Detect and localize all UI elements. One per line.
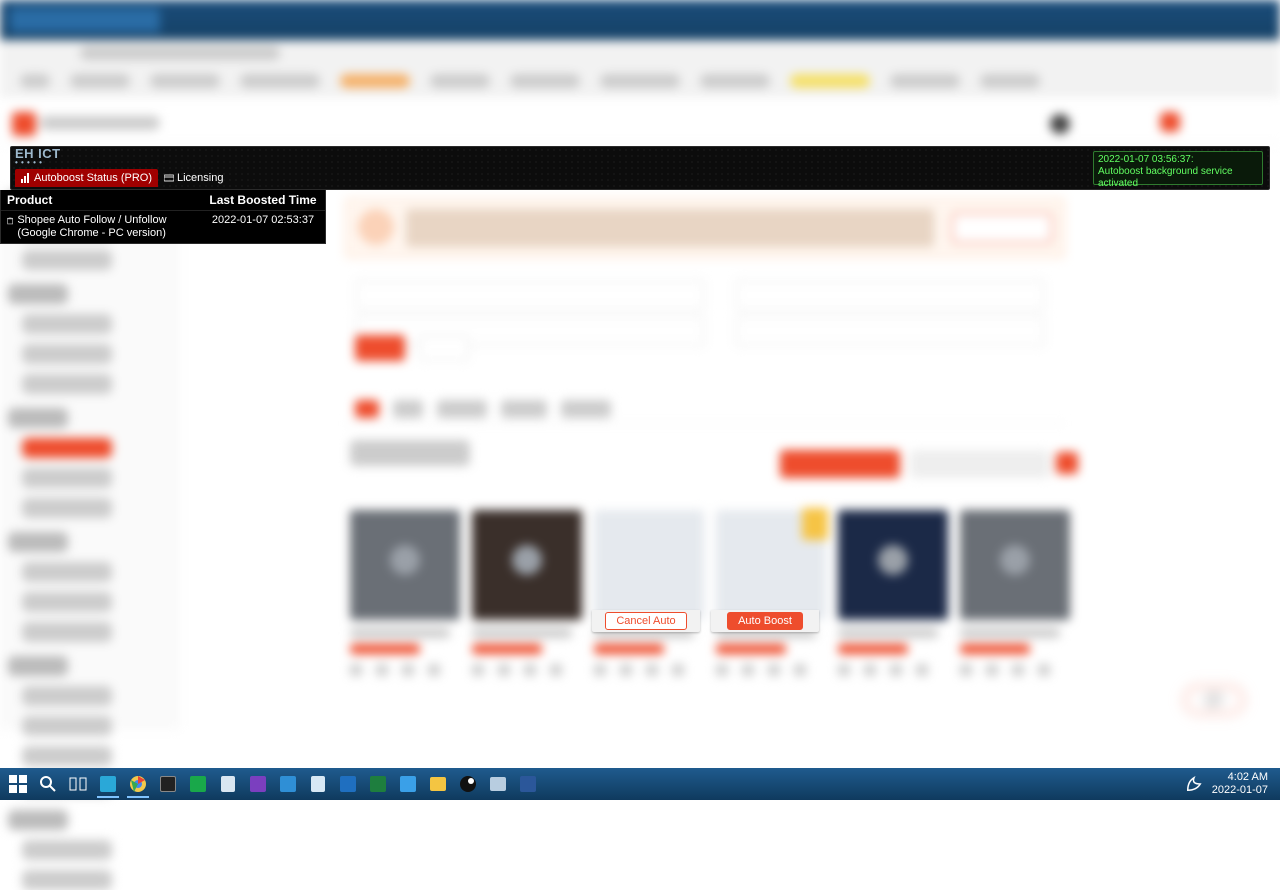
tray-icon[interactable] [1184, 770, 1204, 798]
taskbar-app-green[interactable] [184, 770, 212, 798]
taskbar-app-terminal[interactable] [154, 770, 182, 798]
tab-licensing[interactable]: Licensing [158, 169, 229, 187]
extension-status-box: 2022-01-07 03:56:37: Autoboost backgroun… [1093, 151, 1263, 185]
taskbar-app-word[interactable] [514, 770, 542, 798]
card-icon [164, 173, 174, 183]
extension-logo: EH ICT • • • • • [15, 147, 61, 165]
chart-icon [21, 173, 31, 183]
taskbar-app-remote[interactable] [394, 770, 422, 798]
taskbar-app-notes[interactable] [214, 770, 242, 798]
col-header-time: Last Boosted Time [207, 193, 319, 207]
extension-bar: EH ICT • • • • • Autoboost Status (PRO) … [10, 146, 1270, 190]
start-button[interactable] [4, 770, 32, 798]
taskbar-app-explorer[interactable] [424, 770, 452, 798]
taskbar-app-excel[interactable] [364, 770, 392, 798]
clock-time: 4:02 AM [1212, 771, 1268, 784]
cancel-auto-overlay: Cancel Auto [592, 610, 700, 632]
status-timestamp: 2022-01-07 03:56:37: [1098, 154, 1258, 166]
last-boosted-time: 2022-01-07 02:53:37 [207, 214, 319, 240]
tab-label: Licensing [177, 172, 223, 184]
clock-date: 2022-01-07 [1212, 784, 1268, 797]
product-name: Shopee Auto Follow / Unfollow (Google Ch… [17, 214, 207, 240]
task-view-icon[interactable] [64, 770, 92, 798]
taskbar-app-vs[interactable] [244, 770, 272, 798]
col-header-product: Product [7, 193, 207, 207]
taskbar-app-chrome[interactable] [124, 770, 152, 798]
tab-autoboost-status[interactable]: Autoboost Status (PRO) [15, 169, 158, 187]
taskbar-app-store[interactable] [94, 770, 122, 798]
cancel-auto-button[interactable]: Cancel Auto [605, 612, 686, 630]
table-row: Shopee Auto Follow / Unfollow (Google Ch… [1, 211, 325, 243]
taskbar-app-misc1[interactable] [484, 770, 512, 798]
search-icon[interactable] [34, 770, 62, 798]
windows-taskbar: 4:02 AM 2022-01-07 [0, 768, 1280, 800]
blurred-background: 💬 [0, 0, 1280, 800]
taskbar-app-download[interactable] [274, 770, 302, 798]
trash-icon[interactable] [7, 214, 13, 240]
autoboost-status-panel: Product Last Boosted Time Shopee Auto Fo… [0, 190, 326, 244]
auto-boost-overlay: Auto Boost [711, 610, 819, 632]
taskbar-app-notepad[interactable] [304, 770, 332, 798]
taskbar-clock[interactable]: 4:02 AM 2022-01-07 [1204, 771, 1276, 797]
tab-label: Autoboost Status (PRO) [34, 172, 152, 184]
auto-boost-button[interactable]: Auto Boost [727, 612, 803, 630]
status-message: Autoboost background service activated [1098, 166, 1258, 190]
taskbar-app-outlook[interactable] [334, 770, 362, 798]
taskbar-app-steam[interactable] [454, 770, 482, 798]
